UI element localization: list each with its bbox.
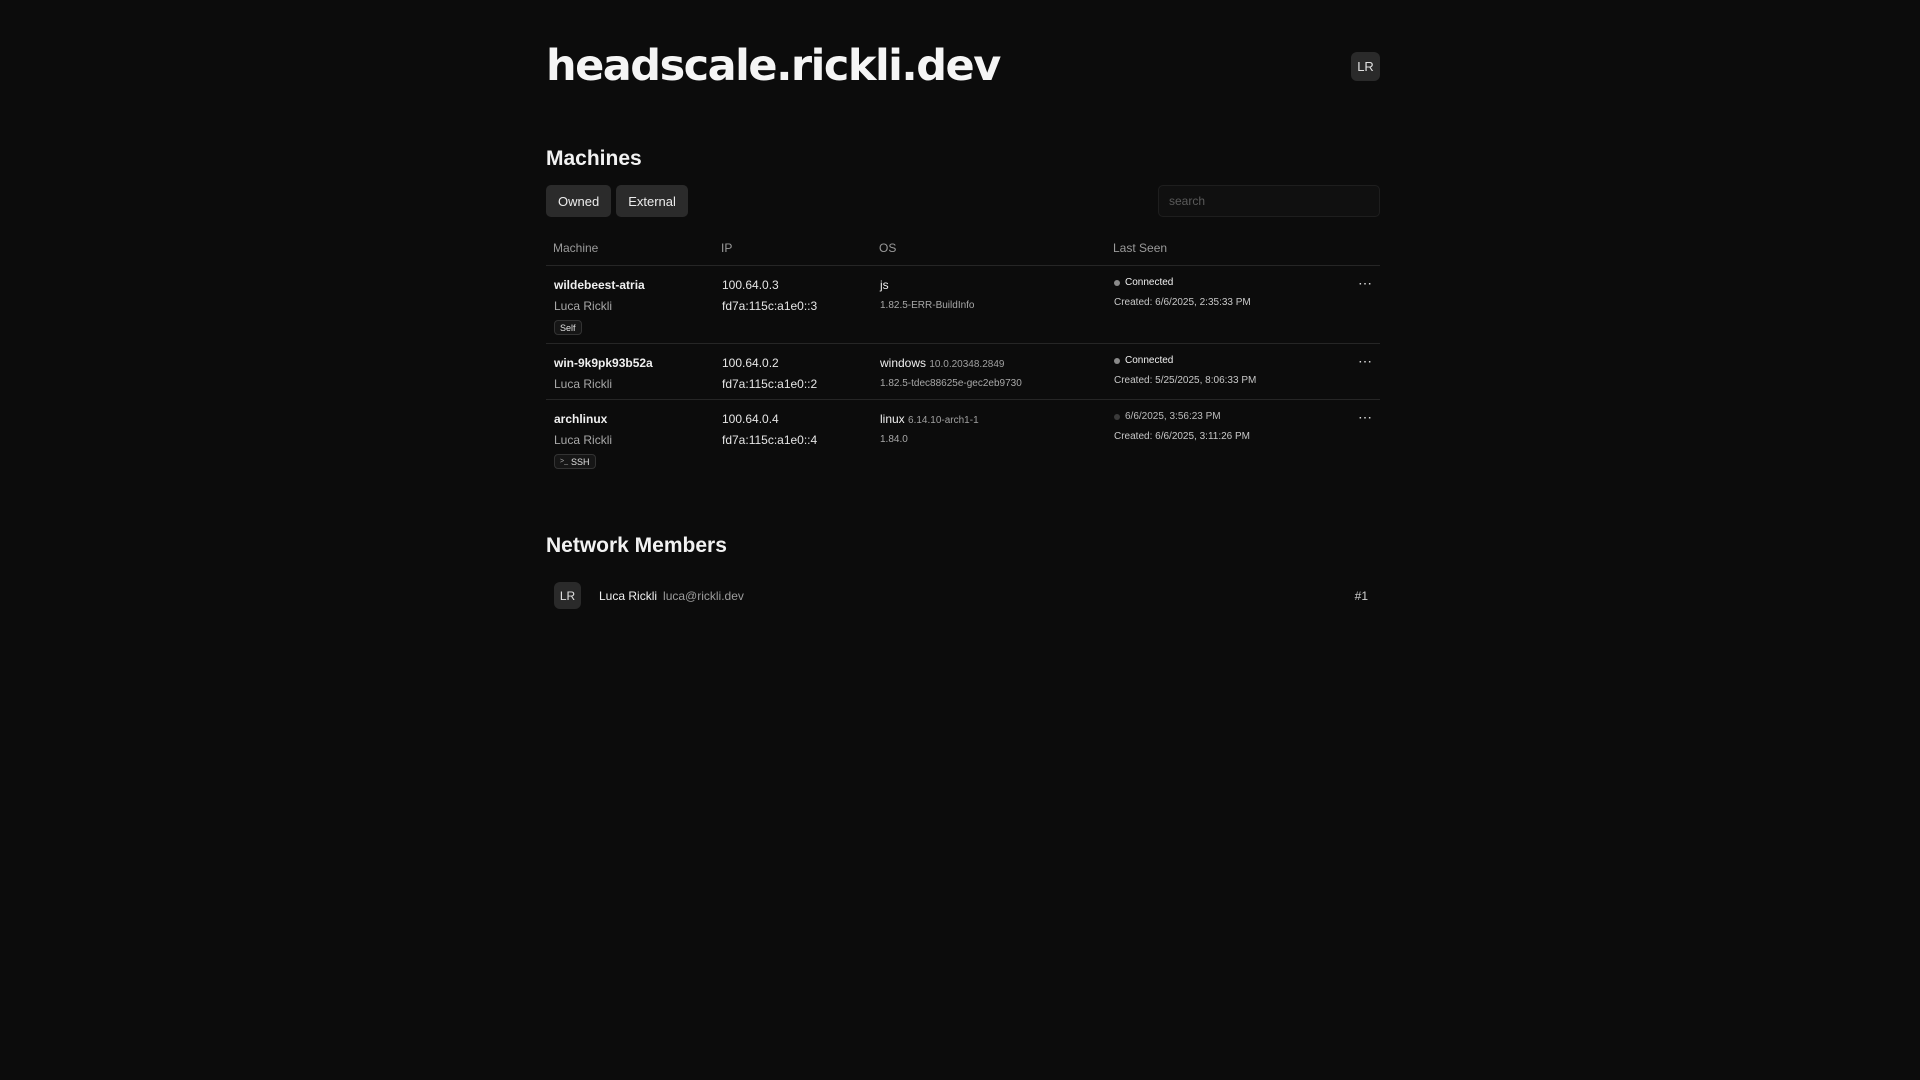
machine-owner: Luca Rickli (554, 377, 613, 391)
ipv6-address[interactable]: fd7a:115c:a1e0::3 (722, 299, 872, 313)
filter-owned-button[interactable]: Owned (546, 185, 612, 217)
machine-tag-label: SSH (570, 456, 590, 467)
machines-table-body: wildebeest-atria Luca Rickli Self 100.64.0.… (546, 265, 1380, 478)
column-header-last-seen: Last Seen (1106, 241, 1346, 266)
machine-tag: Self (554, 320, 582, 335)
ipv4-address[interactable]: 100.64.0.2 (722, 356, 872, 370)
connection-status: Connected (1114, 277, 1346, 288)
connection-status: Connected (1114, 355, 1346, 366)
client-version: 1.84.0 (880, 434, 908, 445)
site-title: headscale.rickli.dev (546, 41, 1001, 91)
ipv6-address[interactable]: fd7a:115c:a1e0::2 (722, 377, 872, 391)
os-name: windows (880, 356, 927, 370)
machine-owner: Luca Rickli (554, 299, 613, 313)
status-text: Connected (1125, 355, 1174, 366)
status-dot-icon (1114, 279, 1120, 286)
machines-heading: Machines (546, 147, 642, 170)
actions-cell: ⋯ (1346, 265, 1380, 344)
machine-tag-label: Self (560, 322, 576, 333)
created-date: Created: 6/6/2025, 2:35:33 PM (1114, 297, 1251, 308)
connection-status: 6/6/2025, 3:56:23 PM (1114, 411, 1346, 422)
more-icon[interactable]: ⋯ (1354, 354, 1380, 368)
machine-tag: >_ SSH (554, 454, 596, 469)
machine-cell: wildebeest-atria Luca Rickli Self (546, 265, 714, 344)
machine-name[interactable]: wildebeest-atria (554, 278, 714, 292)
status-text: 6/6/2025, 3:56:23 PM (1125, 411, 1221, 422)
os-version: 6.14.10-arch1-1 (908, 415, 979, 426)
status-dot-icon (1114, 413, 1120, 420)
ipv4-address[interactable]: 100.64.0.4 (722, 412, 872, 426)
machine-name[interactable]: archlinux (554, 412, 714, 426)
machines-toolbar: Owned External (546, 185, 1380, 217)
ipv6-address[interactable]: fd7a:115c:a1e0::4 (722, 433, 872, 447)
filter-group: Owned External (546, 185, 688, 217)
more-icon[interactable]: ⋯ (1354, 410, 1380, 424)
column-header-machine: Machine (546, 241, 714, 266)
ipv4-address[interactable]: 100.64.0.3 (722, 278, 872, 292)
member-avatar: LR (554, 582, 581, 609)
member-index: #1 (1354, 588, 1368, 603)
os-cell: windows 10.0.20348.2849 1.82.5-tdec88625e… (872, 343, 1106, 400)
client-version: 1.82.5-ERR-BuildInfo (880, 300, 975, 311)
member-name: Luca Rickli (599, 588, 658, 603)
machine-name[interactable]: win-9k9pk93b52a (554, 356, 714, 370)
members-heading: Network Members (546, 534, 727, 557)
actions-cell: ⋯ (1346, 400, 1380, 478)
created-date: Created: 6/6/2025, 3:11:26 PM (1114, 431, 1251, 442)
terminal-icon: >_ (560, 458, 568, 465)
member-email: luca@rickli.dev (663, 588, 744, 603)
status-text: Connected (1125, 277, 1174, 288)
last-seen-cell: Connected Created: 6/6/2025, 2:35:33 PM (1106, 265, 1346, 344)
os-cell: js 1.82.5-ERR-BuildInfo (872, 265, 1106, 344)
header: headscale.rickli.dev LR (546, 36, 1380, 96)
os-name: linux (880, 412, 905, 426)
machines-table: Machine IP OS Last Seen wildebeest-atria… (546, 241, 1380, 477)
main-container: headscale.rickli.dev LR Machines Owned E… (546, 36, 1380, 609)
last-seen-cell: Connected Created: 5/25/2025, 8:06:33 PM (1106, 343, 1346, 400)
column-header-os: OS (872, 241, 1106, 266)
table-row[interactable]: archlinux Luca Rickli >_ SSH 100.64.0.4 fd7a:… (546, 400, 1380, 478)
more-icon[interactable]: ⋯ (1354, 276, 1380, 290)
status-dot-icon (1114, 357, 1120, 364)
ip-cell: 100.64.0.3fd7a:115c:a1e0::3 (714, 265, 872, 344)
column-header-actions (1346, 241, 1380, 266)
ip-cell: 100.64.0.4fd7a:115c:a1e0::4 (714, 400, 872, 478)
machine-owner: Luca Rickli (554, 433, 613, 447)
column-header-ip: IP (714, 241, 872, 266)
filter-external-button[interactable]: External (616, 185, 688, 217)
last-seen-cell: 6/6/2025, 3:56:23 PM Created: 6/6/2025, 3… (1106, 400, 1346, 478)
machine-cell: archlinux Luca Rickli >_ SSH (546, 400, 714, 478)
table-row[interactable]: win-9k9pk93b52a Luca Rickli 100.64.0.2 fd7a… (546, 343, 1380, 400)
table-header-row: Machine IP OS Last Seen (546, 241, 1380, 266)
machine-cell: win-9k9pk93b52a Luca Rickli (546, 343, 714, 400)
actions-cell: ⋯ (1346, 343, 1380, 400)
os-name: js (880, 278, 889, 292)
os-version: 10.0.20348.2849 (929, 359, 1005, 370)
member-row[interactable]: LR Luca Rickli luca@rickli.dev #1 (546, 582, 1380, 609)
user-avatar[interactable]: LR (1351, 51, 1380, 81)
ip-cell: 100.64.0.2fd7a:115c:a1e0::2 (714, 343, 872, 400)
client-version: 1.82.5-tdec88625e-gec2eb9730 (880, 378, 1022, 389)
search-input[interactable] (1158, 185, 1380, 217)
created-date: Created: 5/25/2025, 8:06:33 PM (1114, 375, 1257, 386)
os-cell: linux 6.14.10-arch1-1 1.84.0 (872, 400, 1106, 478)
table-row[interactable]: wildebeest-atria Luca Rickli Self 100.64.0.… (546, 265, 1380, 344)
